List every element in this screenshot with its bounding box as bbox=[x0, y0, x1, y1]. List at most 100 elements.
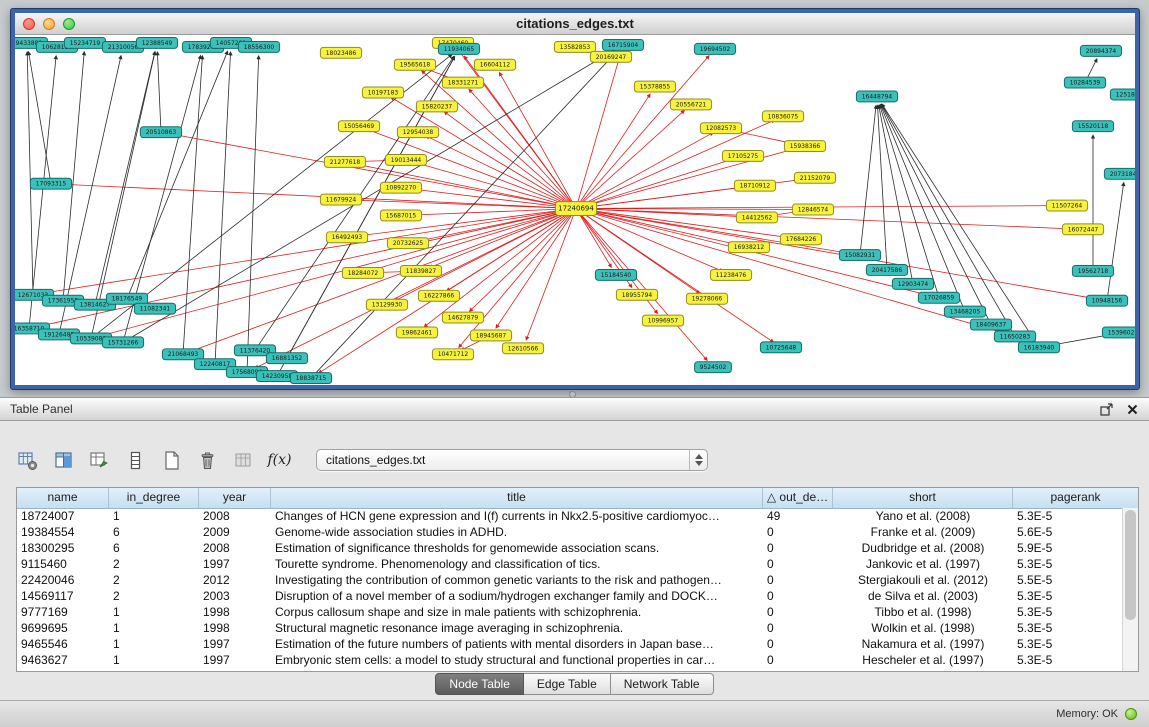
graph-node[interactable]: 11839827 bbox=[400, 266, 441, 277]
graph-node[interactable]: 11238476 bbox=[710, 269, 751, 280]
zoom-window-icon[interactable] bbox=[63, 18, 75, 30]
graph-node[interactable]: 20731849 bbox=[1104, 168, 1135, 179]
close-panel-icon[interactable] bbox=[1125, 402, 1139, 416]
table-row[interactable]: 1456911722003Disruption of a novel membe… bbox=[17, 588, 1123, 604]
graph-node[interactable]: 18955794 bbox=[616, 289, 657, 300]
graph-node[interactable]: 20894374 bbox=[1080, 45, 1121, 56]
table-scrollbar-thumb[interactable] bbox=[1125, 510, 1136, 620]
graph-node[interactable]: 20732625 bbox=[387, 238, 428, 249]
tab-edge-table[interactable]: Edge Table bbox=[524, 673, 611, 695]
graph-node[interactable]: 21068493 bbox=[162, 349, 203, 360]
graph-node[interactable]: 10471712 bbox=[432, 349, 473, 360]
graph-node[interactable]: 15520118 bbox=[1072, 121, 1113, 132]
graph-node[interactable]: 12610566 bbox=[502, 343, 543, 354]
graph-node[interactable]: 15396027 bbox=[1102, 327, 1135, 338]
graph-node[interactable]: 18331271 bbox=[442, 77, 483, 88]
graph-node[interactable]: 16227866 bbox=[418, 290, 459, 301]
table-row[interactable]: 969969511998Structural magnetic resonanc… bbox=[17, 620, 1123, 636]
column-header-pagerank[interactable]: pagerank bbox=[1013, 488, 1138, 508]
column-header-name[interactable]: name bbox=[17, 488, 109, 508]
table-row[interactable]: 977716911998Corpus callosum shape and si… bbox=[17, 604, 1123, 620]
graph-node[interactable]: 20417586 bbox=[866, 265, 907, 276]
graph-node[interactable]: 15184540 bbox=[595, 269, 636, 280]
graph-node[interactable]: 10996957 bbox=[642, 315, 683, 326]
table-row[interactable]: 911546021997Tourette syndrome. Phenomeno… bbox=[17, 556, 1123, 572]
graph-node[interactable]: 15820237 bbox=[416, 101, 457, 112]
graph-node[interactable]: 12082573 bbox=[700, 123, 741, 134]
graph-node[interactable]: 15234719 bbox=[64, 37, 105, 48]
graph-node[interactable]: 16183940 bbox=[1018, 342, 1059, 353]
table-scrollbar[interactable] bbox=[1122, 508, 1138, 671]
graph-node[interactable]: 18945687 bbox=[470, 330, 511, 341]
column-header-title[interactable]: title bbox=[271, 488, 763, 508]
graph-node[interactable]: 12954038 bbox=[397, 127, 438, 138]
graph-node[interactable]: 16604112 bbox=[474, 59, 515, 70]
graph-node[interactable]: 20556721 bbox=[670, 99, 711, 110]
graph-node[interactable]: 19278066 bbox=[686, 293, 727, 304]
graph-node[interactable]: 10197183 bbox=[362, 87, 403, 98]
graph-node[interactable]: 15687015 bbox=[380, 210, 421, 221]
graph-node[interactable]: 14627879 bbox=[442, 312, 483, 323]
row-options-button[interactable] bbox=[122, 447, 149, 474]
graph-node[interactable]: 18556300 bbox=[238, 41, 279, 52]
graph-node[interactable]: 17240694 bbox=[555, 202, 596, 216]
graph-node[interactable]: 15731266 bbox=[102, 337, 143, 348]
graph-node[interactable]: 18176549 bbox=[106, 293, 147, 304]
network-window-titlebar[interactable]: citations_edges.txt bbox=[15, 13, 1135, 35]
create-table-button[interactable] bbox=[158, 447, 185, 474]
graph-node[interactable]: 19694502 bbox=[694, 43, 735, 54]
close-window-icon[interactable] bbox=[23, 18, 35, 30]
graph-node[interactable]: 11934065 bbox=[438, 43, 479, 54]
graph-node[interactable]: 16072447 bbox=[1062, 224, 1103, 235]
graph-node[interactable]: 21277618 bbox=[324, 156, 365, 167]
select-columns-button[interactable] bbox=[50, 447, 77, 474]
graph-node[interactable]: 16492493 bbox=[326, 232, 367, 243]
graph-node[interactable]: 10948156 bbox=[1086, 295, 1127, 306]
graph-node[interactable]: 19562718 bbox=[1072, 266, 1113, 277]
graph-node[interactable]: 18838715 bbox=[290, 373, 331, 384]
minimize-window-icon[interactable] bbox=[43, 18, 55, 30]
tab-node-table[interactable]: Node Table bbox=[435, 673, 524, 695]
graph-node[interactable]: 17026859 bbox=[918, 292, 959, 303]
graph-node[interactable]: 17684226 bbox=[780, 234, 821, 245]
graph-node[interactable]: 15082931 bbox=[839, 250, 880, 261]
graph-node[interactable]: 13468205 bbox=[944, 306, 985, 317]
function-builder-button[interactable]: f(x) bbox=[266, 447, 293, 474]
table-row[interactable]: 1938455462009Genome-wide association stu… bbox=[17, 524, 1123, 540]
table-row[interactable]: 946362711997Embryonic stem cells: a mode… bbox=[17, 652, 1123, 668]
graph-node[interactable]: 17105275 bbox=[722, 151, 763, 162]
column-header-out_de[interactable]: △ out_de… bbox=[763, 488, 833, 508]
graph-node[interactable]: 10284539 bbox=[1064, 77, 1105, 88]
graph-node[interactable]: 12518360 bbox=[1110, 89, 1135, 100]
graph-node[interactable]: 13129930 bbox=[366, 299, 407, 310]
table-settings-button[interactable] bbox=[14, 447, 41, 474]
graph-node[interactable]: 18284072 bbox=[342, 268, 383, 279]
graph-node[interactable]: 12388549 bbox=[136, 37, 177, 48]
graph-node[interactable]: 10725648 bbox=[760, 342, 801, 353]
graph-node[interactable]: 11650283 bbox=[994, 331, 1035, 342]
graph-node[interactable]: 18023486 bbox=[320, 47, 361, 58]
graph-node[interactable]: 19565618 bbox=[394, 59, 435, 70]
graph-node[interactable]: 21152079 bbox=[794, 172, 835, 183]
graph-node[interactable]: 13582853 bbox=[554, 41, 595, 52]
graph-node[interactable]: 10836075 bbox=[762, 111, 803, 122]
network-canvas[interactable]: 17240694 16604112 18331271 15820237 12954038… bbox=[15, 35, 1135, 385]
graph-node[interactable]: 20169247 bbox=[590, 51, 631, 62]
graph-node[interactable]: 16448794 bbox=[856, 91, 897, 102]
graph-node[interactable]: 11679924 bbox=[320, 194, 361, 205]
column-header-year[interactable]: year bbox=[199, 488, 271, 508]
column-header-short[interactable]: short bbox=[833, 488, 1013, 508]
graph-node[interactable]: 11507264 bbox=[1046, 200, 1087, 211]
table-row[interactable]: 1872400712008Changes of HCN gene express… bbox=[17, 508, 1123, 524]
graph-node[interactable]: 11082341 bbox=[134, 303, 175, 314]
graph-node[interactable]: 17093315 bbox=[30, 178, 71, 189]
graph-node[interactable]: 12903474 bbox=[892, 278, 933, 289]
graph-node[interactable]: 19862461 bbox=[396, 327, 437, 338]
graph-node[interactable]: 15056469 bbox=[338, 121, 379, 132]
edit-columns-button[interactable] bbox=[86, 447, 113, 474]
graph-node[interactable]: 15378855 bbox=[634, 81, 675, 92]
graph-node[interactable]: 10892270 bbox=[380, 182, 421, 193]
table-row[interactable]: 1830029562008Estimation of significance … bbox=[17, 540, 1123, 556]
network-canvas-area[interactable]: 17240694 16604112 18331271 15820237 12954038… bbox=[15, 35, 1135, 385]
graph-node[interactable]: 14412562 bbox=[736, 212, 777, 223]
